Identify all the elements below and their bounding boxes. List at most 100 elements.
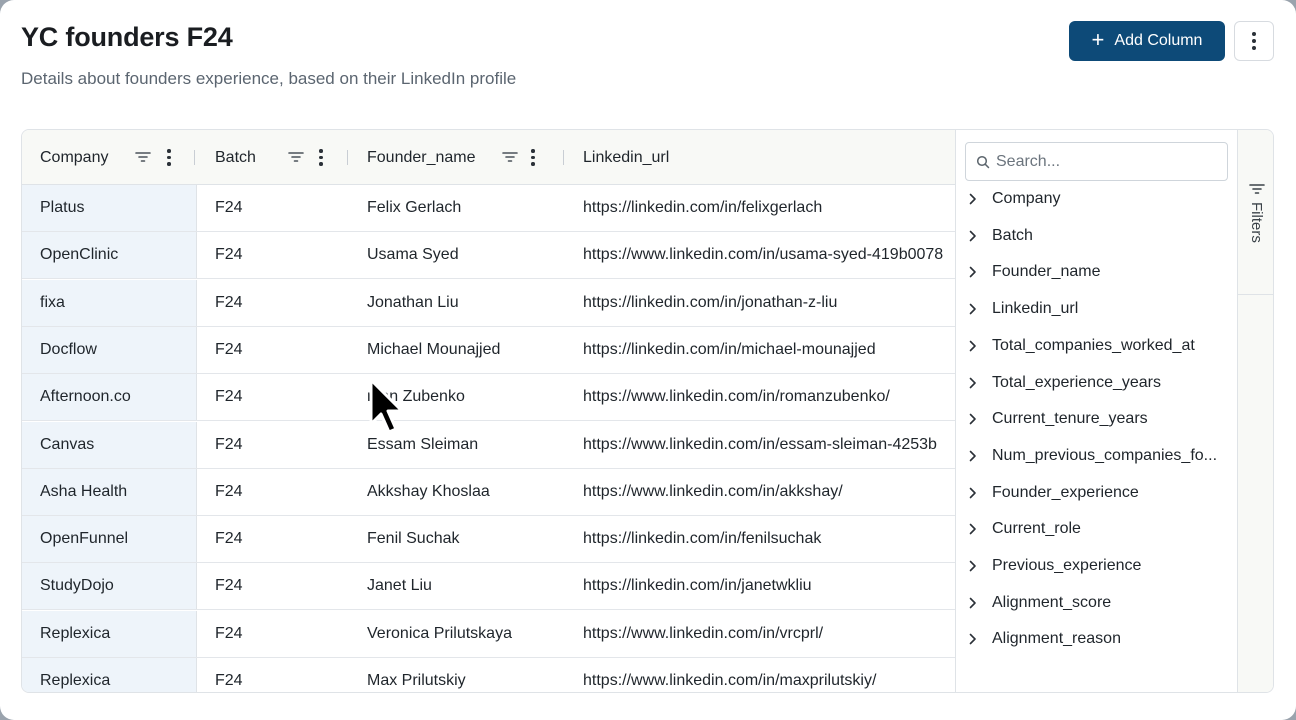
column-list-item[interactable]: Alignment_reason xyxy=(968,627,1230,651)
column-resize-handle[interactable] xyxy=(347,150,348,165)
chevron-right-icon[interactable] xyxy=(968,560,992,572)
cell-company[interactable]: Replexica xyxy=(22,658,197,692)
cell-founder-name[interactable]: Akkshay Khoslaa xyxy=(367,469,490,515)
column-header-linkedin-url[interactable]: Linkedin_url xyxy=(566,130,955,185)
cell-founder-name[interactable]: Veronica Prilutskaya xyxy=(367,611,512,657)
column-menu-icon[interactable] xyxy=(319,149,323,166)
filters-tab[interactable]: Filters xyxy=(1238,130,1273,295)
cell-company[interactable]: Afternoon.co xyxy=(22,374,197,421)
table-row[interactable]: fixa F24 Jonathan Liu https://linkedin.com/… xyxy=(22,279,955,327)
cell-founder-name[interactable]: Janet Liu xyxy=(367,563,432,609)
cell-linkedin-url[interactable]: https://www.linkedin.com/in/usama-syed-4… xyxy=(583,232,943,278)
cell-company[interactable]: Platus xyxy=(22,185,197,231)
cell-batch[interactable]: F24 xyxy=(215,422,243,468)
cell-company[interactable]: OpenFunnel xyxy=(22,516,197,563)
chevron-right-icon[interactable] xyxy=(968,633,992,645)
cell-batch[interactable]: F24 xyxy=(215,658,243,692)
cell-founder-name[interactable]: Max Prilutskiy xyxy=(367,658,466,692)
chevron-right-icon[interactable] xyxy=(968,487,992,499)
cell-batch[interactable]: F24 xyxy=(215,563,243,609)
cell-batch[interactable]: F24 xyxy=(215,516,243,562)
chevron-right-icon[interactable] xyxy=(968,340,992,352)
column-list-item[interactable]: Num_previous_companies_fo... xyxy=(968,444,1230,468)
cell-company[interactable]: Docflow xyxy=(22,326,197,373)
column-header-company[interactable]: Company xyxy=(22,130,197,185)
cell-founder-name[interactable]: Felix Gerlach xyxy=(367,185,461,231)
cell-linkedin-url[interactable]: https://www.linkedin.com/in/vrcprl/ xyxy=(583,611,823,657)
column-list-item[interactable]: Company xyxy=(968,187,1230,211)
column-header-founder-name[interactable]: Founder_name xyxy=(350,130,566,185)
column-list-item[interactable]: Batch xyxy=(968,224,1230,248)
cell-company[interactable]: StudyDojo xyxy=(22,563,197,610)
filter-icon[interactable] xyxy=(135,149,151,165)
cell-batch[interactable]: F24 xyxy=(215,469,243,515)
table-row[interactable]: OpenFunnel F24 Fenil Suchak https://linkedi… xyxy=(22,516,955,564)
cell-company[interactable]: Canvas xyxy=(22,421,197,468)
chevron-right-icon[interactable] xyxy=(968,377,992,389)
column-list-item[interactable]: Founder_name xyxy=(968,260,1230,284)
column-list-item[interactable]: Founder_experience xyxy=(968,481,1230,505)
column-list-item[interactable]: Previous_experience xyxy=(968,554,1230,578)
column-list-item[interactable]: Linkedin_url xyxy=(968,297,1230,321)
column-resize-handle[interactable] xyxy=(563,150,564,165)
column-menu-icon[interactable] xyxy=(167,149,171,166)
cell-batch[interactable]: F24 xyxy=(215,232,243,278)
cell-linkedin-url[interactable]: https://linkedin.com/in/fenilsuchak xyxy=(583,516,821,562)
column-search[interactable] xyxy=(965,142,1228,181)
table-row[interactable]: Canvas F24 Essam Sleiman https://www.linked… xyxy=(22,421,955,469)
cell-batch[interactable]: F24 xyxy=(215,185,243,231)
cell-founder-name[interactable]: Usama Syed xyxy=(367,232,459,278)
cell-linkedin-url[interactable]: https://www.linkedin.com/in/akkshay/ xyxy=(583,469,843,515)
column-header-label: Linkedin_url xyxy=(583,149,670,166)
column-menu-icon[interactable] xyxy=(531,149,535,166)
chevron-right-icon[interactable] xyxy=(968,523,992,535)
cell-linkedin-url[interactable]: https://www.linkedin.com/in/romanzubenko… xyxy=(583,374,890,420)
cell-batch[interactable]: F24 xyxy=(215,374,243,420)
cell-founder-name[interactable]: Michael Mounajjed xyxy=(367,327,500,373)
cell-company[interactable]: Asha Health xyxy=(22,468,197,515)
cell-founder-name[interactable]: Jonathan Liu xyxy=(367,280,459,326)
chevron-right-icon[interactable] xyxy=(968,450,992,462)
cell-founder-name[interactable]: Essam Sleiman xyxy=(367,422,478,468)
column-list-item[interactable]: Total_experience_years xyxy=(968,371,1230,395)
cell-founder-name[interactable]: man Zubenko xyxy=(367,374,465,420)
table-row[interactable]: Asha Health F24 Akkshay Khoslaa https://www… xyxy=(22,468,955,516)
column-resize-handle[interactable] xyxy=(194,150,195,165)
cell-batch[interactable]: F24 xyxy=(215,327,243,373)
add-column-button[interactable]: + Add Column xyxy=(1069,21,1225,61)
column-list-item[interactable]: Current_role xyxy=(968,517,1230,541)
filter-icon[interactable] xyxy=(288,149,304,165)
chevron-right-icon[interactable] xyxy=(968,597,992,609)
cell-linkedin-url[interactable]: https://linkedin.com/in/janetwkliu xyxy=(583,563,812,609)
column-list-item[interactable]: Current_tenure_years xyxy=(968,407,1230,431)
table-row[interactable]: StudyDojo F24 Janet Liu https://linkedin.co… xyxy=(22,563,955,611)
cell-linkedin-url[interactable]: https://www.linkedin.com/in/maxprilutski… xyxy=(583,658,876,692)
cell-company[interactable]: OpenClinic xyxy=(22,232,197,279)
chevron-right-icon[interactable] xyxy=(968,230,992,242)
chevron-right-icon[interactable] xyxy=(968,193,992,205)
cell-founder-name[interactable]: Fenil Suchak xyxy=(367,516,460,562)
chevron-right-icon[interactable] xyxy=(968,413,992,425)
column-list-item[interactable]: Total_companies_worked_at xyxy=(968,334,1230,358)
column-list-item[interactable]: Alignment_score xyxy=(968,591,1230,615)
table-row[interactable]: OpenClinic F24 Usama Syed https://www.linke… xyxy=(22,232,955,280)
table-row[interactable]: Platus F24 Felix Gerlach https://linkedin.c… xyxy=(22,185,955,232)
table-row[interactable]: Afternoon.co F24 man Zubenko https://www.li… xyxy=(22,374,955,422)
cell-linkedin-url[interactable]: https://www.linkedin.com/in/essam-sleima… xyxy=(583,422,937,468)
cell-company[interactable]: fixa xyxy=(22,279,197,326)
chevron-right-icon[interactable] xyxy=(968,303,992,315)
table-row[interactable]: Replexica F24 Max Prilutskiy https://www.li… xyxy=(22,658,955,692)
cell-linkedin-url[interactable]: https://linkedin.com/in/felixgerlach xyxy=(583,185,822,231)
column-header-batch[interactable]: Batch xyxy=(198,130,350,185)
cell-company[interactable]: Replexica xyxy=(22,610,197,657)
more-options-button[interactable] xyxy=(1234,21,1274,61)
table-row[interactable]: Replexica F24 Veronica Prilutskaya https://… xyxy=(22,610,955,658)
cell-linkedin-url[interactable]: https://linkedin.com/in/jonathan-z-liu xyxy=(583,280,837,326)
column-search-input[interactable] xyxy=(996,151,1221,173)
chevron-right-icon[interactable] xyxy=(968,266,992,278)
cell-linkedin-url[interactable]: https://linkedin.com/in/michael-mounajje… xyxy=(583,327,876,373)
table-row[interactable]: Docflow F24 Michael Mounajjed https://linke… xyxy=(22,326,955,374)
cell-batch[interactable]: F24 xyxy=(215,280,243,326)
filter-icon[interactable] xyxy=(502,149,518,165)
cell-batch[interactable]: F24 xyxy=(215,611,243,657)
